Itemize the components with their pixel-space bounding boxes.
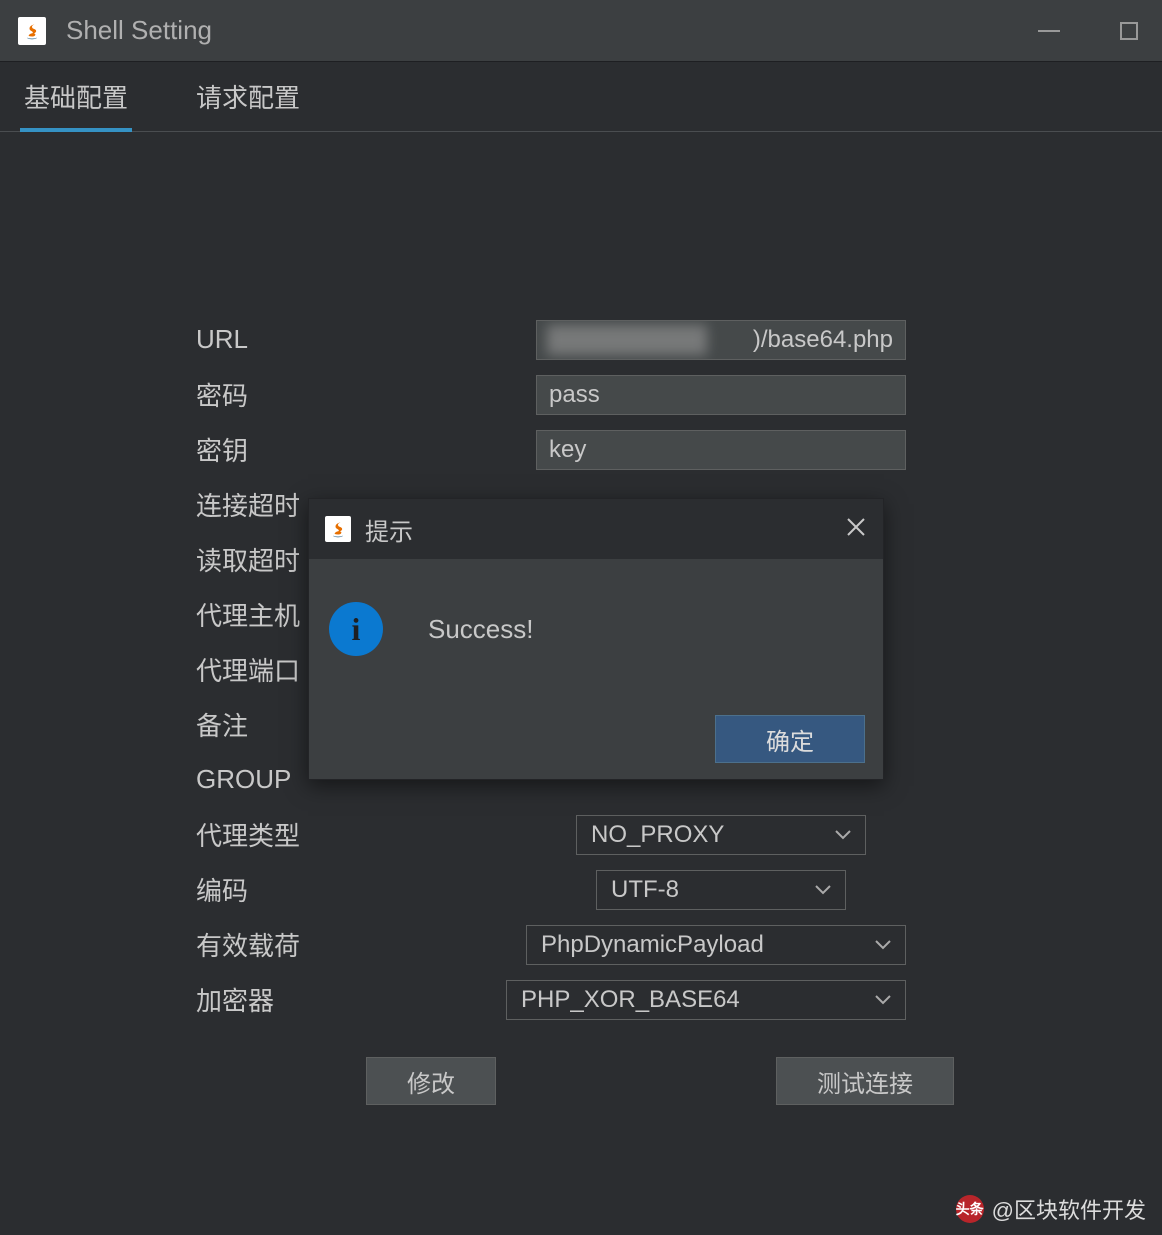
dialog: 提示 i Success! 确定 [308,498,884,780]
dialog-footer: 确定 [309,699,883,779]
window-controls [1034,16,1144,46]
chevron-down-icon [875,940,891,950]
minimize-button[interactable] [1034,16,1064,46]
url-visible-text: )/base64.php [753,326,893,354]
key-input[interactable] [536,430,906,470]
payload-value: PhpDynamicPayload [541,931,764,959]
tab-request-config[interactable]: 请求配置 [192,62,304,131]
window-title: Shell Setting [66,15,1034,46]
dialog-message: Success! [428,614,534,645]
close-button[interactable] [845,516,867,543]
titlebar: Shell Setting [0,0,1162,62]
encoding-value: UTF-8 [611,876,679,904]
maximize-button[interactable] [1114,16,1144,46]
watermark-badge: 头条 [956,1195,984,1223]
encoding-select[interactable]: UTF-8 [596,870,846,910]
row-cryptor: 加密器 PHP_XOR_BASE64 [196,972,1162,1027]
watermark: 头条 @区块软件开发 [956,1193,1146,1225]
row-encoding: 编码 UTF-8 [196,862,1162,917]
proxy-type-value: NO_PROXY [591,821,724,849]
ok-button[interactable]: 确定 [715,715,865,763]
password-input[interactable] [536,375,906,415]
info-icon: i [329,602,383,656]
tab-basic-config[interactable]: 基础配置 [20,62,132,131]
payload-select[interactable]: PhpDynamicPayload [526,925,906,965]
dialog-titlebar: 提示 [309,499,883,559]
row-key: 密钥 [196,422,1162,477]
row-proxy-type: 代理类型 NO_PROXY [196,807,1162,862]
java-icon [325,516,351,542]
modify-button[interactable]: 修改 [366,1057,496,1105]
row-password: 密码 [196,367,1162,422]
url-input[interactable]: )/base64.php [536,320,906,360]
url-blurred-region [547,325,707,355]
chevron-down-icon [815,885,831,895]
row-payload: 有效载荷 PhpDynamicPayload [196,917,1162,972]
label-url: URL [196,324,536,355]
label-cryptor: 加密器 [196,981,536,1018]
dialog-body: i Success! [309,559,883,699]
proxy-type-select[interactable]: NO_PROXY [576,815,866,855]
label-proxy-type: 代理类型 [196,816,536,853]
label-key: 密钥 [196,431,536,468]
row-url: URL )/base64.php [196,312,1162,367]
tabs: 基础配置 请求配置 [0,62,1162,132]
watermark-text: @区块软件开发 [992,1193,1146,1225]
label-encoding: 编码 [196,871,536,908]
chevron-down-icon [875,995,891,1005]
cryptor-value: PHP_XOR_BASE64 [521,986,740,1014]
label-payload: 有效载荷 [196,926,536,963]
test-connection-button[interactable]: 测试连接 [776,1057,954,1105]
button-row: 修改 测试连接 [196,1057,1162,1105]
label-password: 密码 [196,376,536,413]
dialog-title-text: 提示 [365,512,845,547]
chevron-down-icon [835,830,851,840]
java-icon [18,17,46,45]
cryptor-select[interactable]: PHP_XOR_BASE64 [506,980,906,1020]
